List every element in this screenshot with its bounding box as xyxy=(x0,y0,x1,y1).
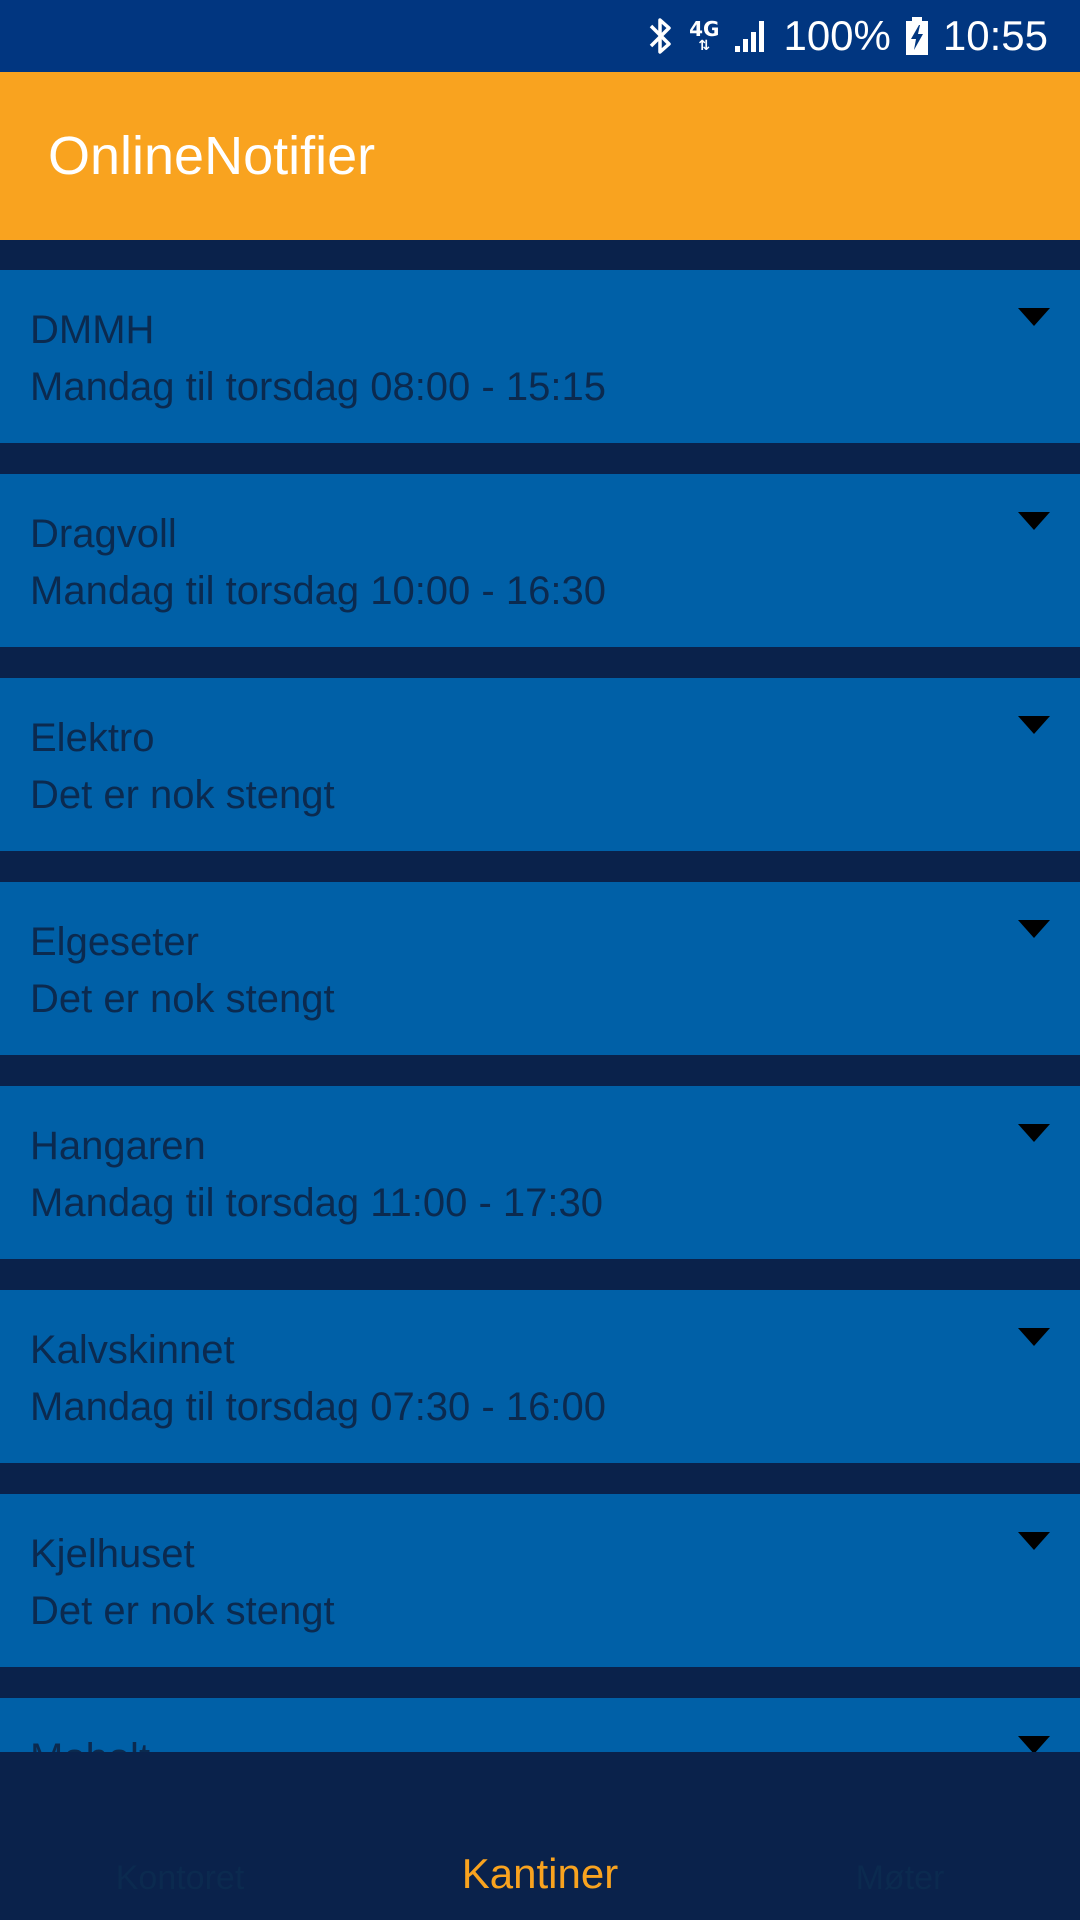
canteen-name: Kalvskinnet xyxy=(30,1328,235,1372)
canteen-card[interactable]: Elektro Det er nok stengt xyxy=(0,678,1080,851)
canteen-name: Hangaren xyxy=(30,1124,206,1168)
canteen-hours: Det er nok stengt xyxy=(30,773,335,817)
canteen-hours: Mandag til torsdag 10:00 - 16:30 xyxy=(30,569,606,613)
signal-icon xyxy=(733,18,769,54)
canteen-hours: Det er nok stengt xyxy=(30,977,335,1021)
clock: 10:55 xyxy=(942,12,1048,59)
canteen-name: Elgeseter xyxy=(30,920,199,964)
canteen-name: Kjelhuset xyxy=(30,1532,195,1576)
bottom-navigation: Kontoret Kantiner Møter xyxy=(0,1752,1080,1920)
canteen-card[interactable]: Dragvoll Mandag til torsdag 10:00 - 16:3… xyxy=(0,474,1080,647)
canteen-name: Dragvoll xyxy=(30,512,177,556)
canteen-card[interactable]: Moholt xyxy=(0,1698,1080,1752)
expand-icon[interactable] xyxy=(1018,920,1050,938)
canteen-hours: Det er nok stengt xyxy=(30,1589,335,1633)
expand-icon[interactable] xyxy=(1018,512,1050,530)
app-title: OnlineNotifier xyxy=(48,126,376,186)
tab-moter[interactable]: Møter xyxy=(720,1752,1080,1920)
tab-kantiner[interactable]: Kantiner xyxy=(360,1752,720,1920)
expand-icon[interactable] xyxy=(1018,1124,1050,1142)
canteen-hours: Mandag til torsdag 07:30 - 16:00 xyxy=(30,1385,606,1429)
canteen-list[interactable]: DMMH Mandag til torsdag 08:00 - 15:15 Dr… xyxy=(0,240,1080,1752)
canteen-name: Moholt xyxy=(30,1736,150,1752)
canteen-card[interactable]: Hangaren Mandag til torsdag 11:00 - 17:3… xyxy=(0,1086,1080,1259)
expand-icon[interactable] xyxy=(1018,1736,1050,1752)
canteen-hours: Mandag til torsdag 11:00 - 17:30 xyxy=(30,1181,603,1225)
canteen-card[interactable]: Elgeseter Det er nok stengt xyxy=(0,882,1080,1055)
canteen-card[interactable]: DMMH Mandag til torsdag 08:00 - 15:15 xyxy=(0,270,1080,443)
canteen-card[interactable]: Kalvskinnet Mandag til torsdag 07:30 - 1… xyxy=(0,1290,1080,1463)
canteen-name: DMMH xyxy=(30,308,155,352)
canteen-card[interactable]: Kjelhuset Det er nok stengt xyxy=(0,1494,1080,1667)
tab-kontoret[interactable]: Kontoret xyxy=(0,1752,360,1920)
expand-icon[interactable] xyxy=(1018,1328,1050,1346)
expand-icon[interactable] xyxy=(1018,1532,1050,1550)
status-bar: 4G ⇅ 100% 10:55 xyxy=(0,0,1080,72)
canteen-hours: Mandag til torsdag 08:00 - 15:15 xyxy=(30,365,606,409)
canteen-name: Elektro xyxy=(30,716,155,760)
expand-icon[interactable] xyxy=(1018,308,1050,326)
bluetooth-icon xyxy=(647,16,675,56)
expand-icon[interactable] xyxy=(1018,716,1050,734)
battery-percent: 100% xyxy=(783,12,891,59)
battery-charging-icon xyxy=(905,16,929,56)
4g-icon: 4G ⇅ xyxy=(689,17,720,54)
app-bar: OnlineNotifier xyxy=(0,72,1080,240)
